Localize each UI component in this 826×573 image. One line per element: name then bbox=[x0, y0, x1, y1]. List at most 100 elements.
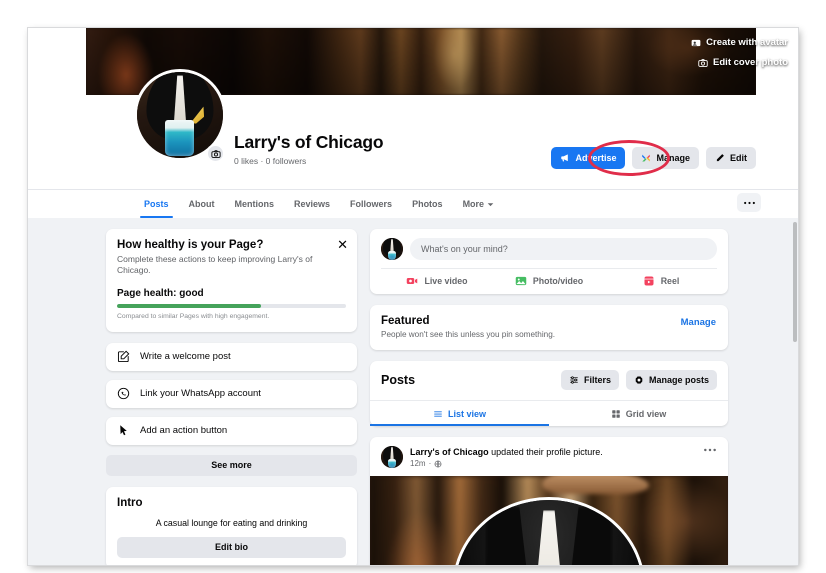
featured-title: Featured bbox=[381, 315, 717, 327]
featured-subtitle: People won't see this unless you pin som… bbox=[381, 330, 717, 339]
camera-icon bbox=[698, 58, 708, 68]
reel-button[interactable]: Reel bbox=[605, 275, 717, 287]
post-hand-shape bbox=[542, 476, 649, 494]
filters-label: Filters bbox=[584, 375, 611, 385]
manage-posts-button[interactable]: Manage posts bbox=[626, 370, 717, 390]
tab-photos[interactable]: Photos bbox=[402, 190, 453, 218]
intro-bio: A casual lounge for eating and drinking bbox=[117, 518, 346, 528]
post-author-avatar[interactable] bbox=[381, 446, 403, 468]
post-time[interactable]: 12m bbox=[410, 459, 426, 468]
action-link-whatsapp[interactable]: Link your WhatsApp account bbox=[106, 380, 357, 408]
tab-mentions[interactable]: Mentions bbox=[225, 190, 285, 218]
page-stats: 0 likes · 0 followers bbox=[234, 156, 306, 166]
ellipsis-icon bbox=[743, 201, 756, 205]
post-menu-button[interactable] bbox=[703, 446, 717, 452]
post-author-name[interactable]: Larry's of Chicago bbox=[410, 447, 489, 457]
post-timestamp-row: 12m · bbox=[410, 459, 696, 468]
page-nav-tabs: Posts About Mentions Reviews Followers P… bbox=[28, 189, 798, 218]
composer-input[interactable]: What's on your mind? bbox=[410, 238, 717, 260]
tab-followers-label: Followers bbox=[350, 199, 392, 209]
edit-cover-photo-button[interactable]: Edit cover photo bbox=[698, 57, 788, 68]
gear-icon bbox=[634, 375, 644, 385]
tab-more[interactable]: More bbox=[453, 190, 505, 218]
page-body: ✕ How healthy is your Page? Complete the… bbox=[28, 218, 798, 565]
photo-video-label: Photo/video bbox=[533, 276, 583, 286]
filters-button[interactable]: Filters bbox=[561, 370, 619, 390]
page-title: Larry's of Chicago bbox=[234, 132, 383, 153]
compose-icon bbox=[117, 350, 130, 363]
featured-card: Featured People won't see this unless yo… bbox=[370, 305, 728, 350]
screenshot-root: Create with avatar Edit cover photo bbox=[0, 0, 826, 573]
tab-grid-view[interactable]: Grid view bbox=[549, 401, 728, 426]
tab-posts[interactable]: Posts bbox=[134, 190, 179, 218]
posts-title: Posts bbox=[381, 373, 554, 387]
camera-icon bbox=[211, 149, 221, 159]
megaphone-icon bbox=[560, 153, 570, 163]
post-meta: Larry's of Chicago updated their profile… bbox=[410, 446, 696, 468]
tab-about[interactable]: About bbox=[179, 190, 225, 218]
create-with-avatar-label: Create with avatar bbox=[706, 37, 788, 48]
avatar bbox=[381, 238, 403, 260]
filters-icon bbox=[569, 375, 579, 385]
action-label: Link your WhatsApp account bbox=[140, 388, 261, 399]
composer-actions: Live video Photo/video bbox=[381, 268, 717, 294]
post-image[interactable] bbox=[370, 476, 728, 565]
advertise-button[interactable]: Advertise bbox=[551, 147, 625, 169]
posts-view-tabs: List view Grid view bbox=[370, 400, 728, 426]
profile-cocktail-shape bbox=[165, 120, 193, 156]
post-author-line: Larry's of Chicago updated their profile… bbox=[410, 447, 696, 457]
avatar-glass bbox=[388, 251, 396, 260]
right-column: What's on your mind? Live vide bbox=[370, 229, 728, 565]
live-video-button[interactable]: Live video bbox=[381, 275, 493, 287]
pencil-icon bbox=[715, 153, 725, 163]
page-health-title: How healthy is your Page? bbox=[117, 239, 346, 251]
tab-posts-label: Posts bbox=[144, 199, 169, 209]
page-health-card: ✕ How healthy is your Page? Complete the… bbox=[106, 229, 357, 332]
left-column: ✕ How healthy is your Page? Complete the… bbox=[106, 229, 357, 565]
cursor-icon bbox=[117, 424, 130, 437]
edit-profile-picture-button[interactable] bbox=[206, 144, 225, 163]
page-options-button[interactable] bbox=[737, 193, 761, 212]
page-scrollbar[interactable] bbox=[792, 218, 798, 565]
globe-icon bbox=[434, 460, 442, 468]
close-icon[interactable]: ✕ bbox=[337, 238, 348, 251]
edit-bio-button[interactable]: Edit bio bbox=[117, 537, 346, 558]
post-profile-circle bbox=[452, 497, 645, 565]
tab-reviews-label: Reviews bbox=[294, 199, 330, 209]
chevron-down-icon bbox=[487, 201, 494, 208]
page-health-note: Compared to similar Pages with high enga… bbox=[117, 313, 346, 320]
tab-reviews[interactable]: Reviews bbox=[284, 190, 340, 218]
page-health-subtitle: Complete these actions to keep improving… bbox=[117, 254, 346, 277]
post-item: Larry's of Chicago updated their profile… bbox=[370, 437, 728, 565]
post-composer-card: What's on your mind? Live vide bbox=[370, 229, 728, 294]
manage-posts-label: Manage posts bbox=[649, 375, 709, 385]
scrollbar-thumb[interactable] bbox=[793, 222, 797, 342]
post-dot-separator: · bbox=[429, 459, 432, 468]
page-health-progress-bar bbox=[117, 304, 346, 308]
see-more-button[interactable]: See more bbox=[106, 455, 357, 476]
edit-button[interactable]: Edit bbox=[706, 147, 756, 169]
posts-card: Posts Filters bbox=[370, 361, 728, 426]
tab-photos-label: Photos bbox=[412, 199, 443, 209]
page-action-buttons: Advertise Manage bbox=[551, 147, 756, 169]
facebook-page-window: Create with avatar Edit cover photo bbox=[28, 28, 798, 565]
photo-video-icon bbox=[515, 275, 527, 287]
action-add-action-button[interactable]: Add an action button bbox=[106, 417, 357, 445]
featured-manage-link[interactable]: Manage bbox=[681, 317, 716, 328]
create-with-avatar-button[interactable]: Create with avatar bbox=[691, 37, 788, 48]
list-icon bbox=[433, 409, 443, 419]
intro-title: Intro bbox=[117, 497, 346, 509]
reel-icon bbox=[643, 275, 655, 287]
manage-tools-icon bbox=[641, 153, 651, 163]
action-write-welcome-post[interactable]: Write a welcome post bbox=[106, 343, 357, 371]
advertise-label: Advertise bbox=[575, 153, 616, 163]
photo-video-button[interactable]: Photo/video bbox=[493, 275, 605, 287]
posts-header: Posts Filters bbox=[370, 361, 728, 400]
tab-more-label: More bbox=[463, 199, 485, 209]
page-health-status: Page health: good bbox=[117, 288, 346, 299]
whatsapp-icon bbox=[117, 387, 130, 400]
manage-button[interactable]: Manage bbox=[632, 147, 699, 169]
tab-followers[interactable]: Followers bbox=[340, 190, 402, 218]
list-view-label: List view bbox=[448, 409, 486, 419]
tab-list-view[interactable]: List view bbox=[370, 401, 549, 426]
